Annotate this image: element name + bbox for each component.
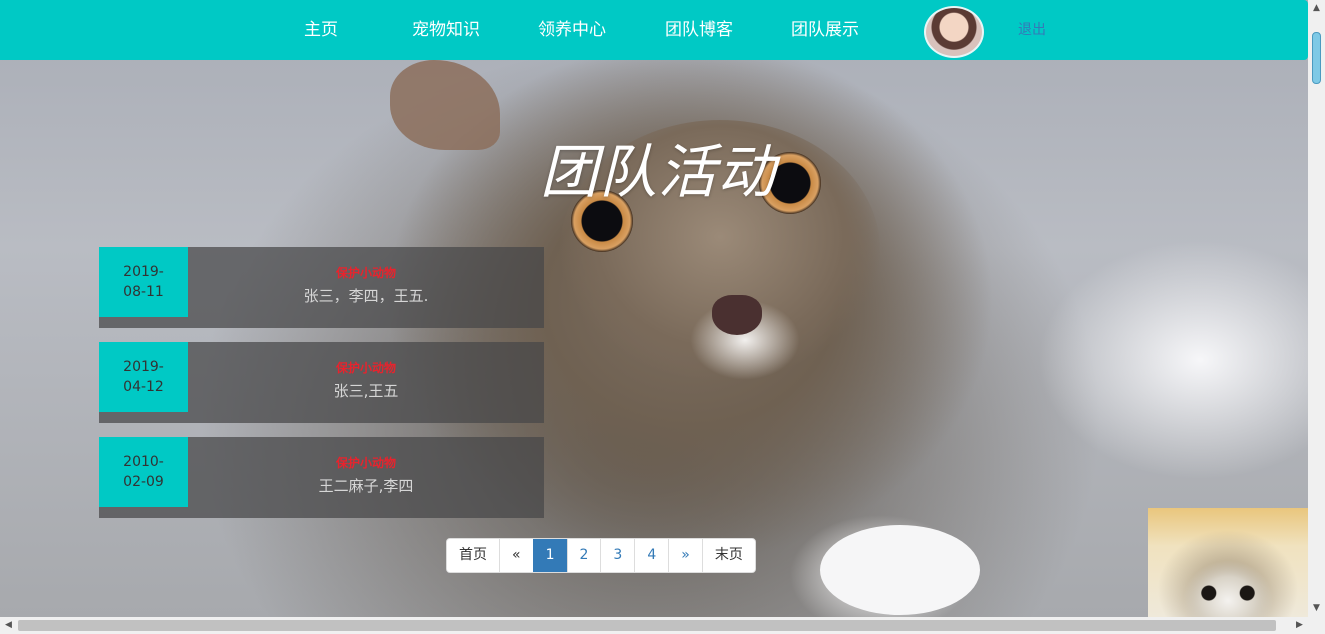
date-day: 04-12 bbox=[123, 379, 164, 395]
vertical-scroll-thumb[interactable] bbox=[1312, 32, 1321, 84]
scroll-right-icon[interactable]: ▶ bbox=[1291, 617, 1308, 634]
pagination-first[interactable]: 首页 bbox=[447, 539, 499, 572]
date-day: 02-09 bbox=[123, 474, 164, 490]
activity-date: 2019- 04-12 bbox=[99, 342, 188, 412]
horizontal-scroll-thumb[interactable] bbox=[18, 620, 1276, 631]
activity-members: 张三，李四，王五. bbox=[303, 287, 429, 305]
section-title: 团队活动 bbox=[540, 138, 777, 206]
date-year: 2019- bbox=[123, 264, 164, 280]
scroll-up-icon[interactable]: ▲ bbox=[1308, 0, 1325, 17]
nav-item-team-showcase[interactable]: 团队展示 bbox=[791, 0, 859, 60]
pagination-page-4[interactable]: 4 bbox=[634, 539, 669, 572]
activity-members: 王二麻子,李四 bbox=[318, 477, 414, 495]
nav-item-team-blog[interactable]: 团队博客 bbox=[665, 0, 733, 60]
cat-nose bbox=[712, 295, 762, 335]
activity-tag: 保护小动物 bbox=[335, 266, 396, 280]
user-avatar[interactable] bbox=[924, 6, 984, 58]
activity-date: 2019- 08-11 bbox=[99, 247, 188, 317]
nav-item-home[interactable]: 主页 bbox=[304, 0, 338, 60]
page: 主页 宠物知识 领养中心 团队博客 团队展示 退出 团队活动 2019- 08-1… bbox=[0, 0, 1308, 617]
kitten-thumbnail[interactable] bbox=[1148, 508, 1308, 617]
date-year: 2010- bbox=[123, 454, 164, 470]
date-year: 2019- bbox=[123, 359, 164, 375]
date-day: 08-11 bbox=[123, 284, 164, 300]
scroll-left-icon[interactable]: ◀ bbox=[0, 617, 17, 634]
activity-card[interactable]: 2019- 04-12 保护小动物 张三,王五 bbox=[99, 342, 544, 423]
pagination-page-3[interactable]: 3 bbox=[600, 539, 635, 572]
scroll-down-icon[interactable]: ▼ bbox=[1308, 600, 1325, 617]
activity-tag: 保护小动物 bbox=[335, 361, 396, 375]
cat-paw bbox=[820, 525, 980, 615]
activity-date: 2010- 02-09 bbox=[99, 437, 188, 507]
nav-item-pet-knowledge[interactable]: 宠物知识 bbox=[412, 0, 480, 60]
pagination-prev[interactable]: « bbox=[499, 539, 533, 572]
activity-card[interactable]: 2010- 02-09 保护小动物 王二麻子,李四 bbox=[99, 437, 544, 518]
vertical-scrollbar[interactable]: ▲ ▼ bbox=[1308, 0, 1325, 617]
pagination-page-1[interactable]: 1 bbox=[532, 539, 567, 572]
nav-item-adoption-center[interactable]: 领养中心 bbox=[538, 0, 606, 60]
pagination-last[interactable]: 末页 bbox=[701, 539, 755, 572]
activity-tag: 保护小动物 bbox=[335, 456, 396, 470]
top-navbar: 主页 宠物知识 领养中心 团队博客 团队展示 退出 bbox=[0, 0, 1308, 60]
pagination: 首页 « 1 2 3 4 » 末页 bbox=[446, 538, 756, 573]
pagination-next[interactable]: » bbox=[668, 539, 702, 572]
pagination-page-2[interactable]: 2 bbox=[566, 539, 601, 572]
activity-card[interactable]: 2019- 08-11 保护小动物 张三，李四，王五. bbox=[99, 247, 544, 328]
activity-members: 张三,王五 bbox=[333, 382, 399, 400]
logout-link[interactable]: 退出 bbox=[1018, 0, 1046, 60]
